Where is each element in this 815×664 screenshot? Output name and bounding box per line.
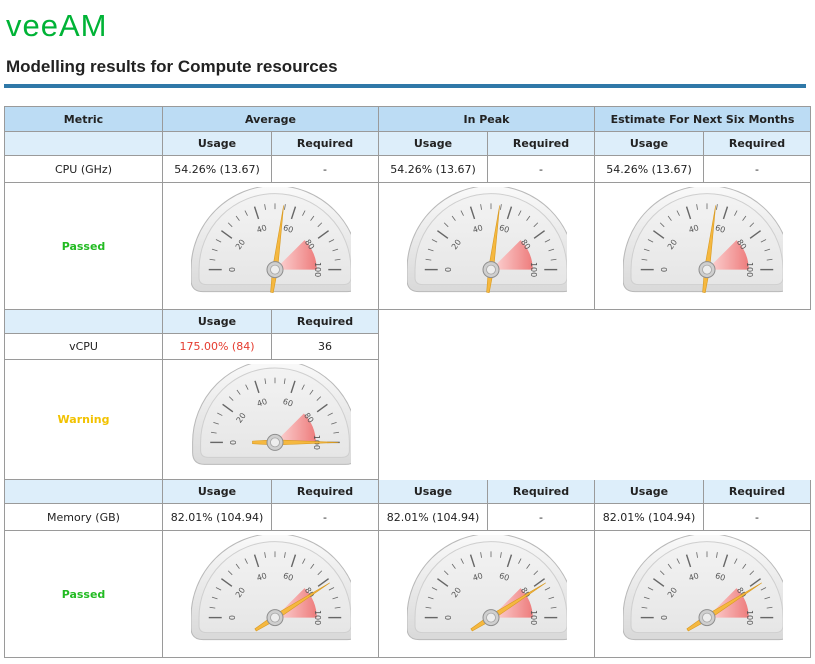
gauge-tick-label: 100 xyxy=(313,610,322,625)
required-header: Required xyxy=(488,480,595,504)
veeam-logo: veeAM xyxy=(6,8,108,43)
header-row: Metric Average In Peak Estimate For Next… xyxy=(5,107,811,132)
vcpu-subheader-row: Usage Required xyxy=(5,310,811,480)
empty-region xyxy=(379,310,811,480)
gauge-tick-label: 100 xyxy=(529,610,538,625)
memory-average-required: - xyxy=(272,504,379,531)
cpu-peak-gauge-cell: 0 20 40 60 80 100 xyxy=(379,183,595,310)
results-table: Metric Average In Peak Estimate For Next… xyxy=(4,106,811,658)
gauge-tick-label: 0 xyxy=(659,267,668,272)
cpu-metric-label: CPU (GHz) xyxy=(5,156,163,183)
memory-average-gauge: 02040 6080100 xyxy=(190,535,351,641)
gauge-hub-center xyxy=(485,264,496,275)
usage-header: Usage xyxy=(163,310,272,334)
vcpu-average-gauge: 020406080100 xyxy=(191,363,351,465)
cpu-estimate-usage: 54.26% (13.67) xyxy=(595,156,704,183)
gauge-tick-label: 100 xyxy=(529,262,538,277)
usage-header: Usage xyxy=(379,132,488,156)
cpu-status-cell: Passed xyxy=(5,183,163,310)
vcpu-average-usage: 175.00% (84) xyxy=(163,334,272,360)
gauge-tick-label: 100 xyxy=(745,262,754,277)
memory-estimate-usage: 82.01% (104.94) xyxy=(595,504,704,531)
average-header: Average xyxy=(163,107,379,132)
gauge-hub-center xyxy=(269,264,280,275)
metric-header: Metric xyxy=(5,107,163,132)
required-header: Required xyxy=(488,132,595,156)
usage-header: Usage xyxy=(595,480,704,504)
cpu-estimate-required: - xyxy=(704,156,811,183)
vcpu-status-warning: Warning xyxy=(57,413,110,426)
gauge-hub-center xyxy=(701,264,712,275)
cpu-average-gauge: 02040 6080100 xyxy=(190,187,351,293)
page-title: Modelling results for Compute resources xyxy=(6,57,338,76)
usage-header: Usage xyxy=(163,480,272,504)
vcpu-average-required: 36 xyxy=(272,334,379,360)
gauge-hub-center xyxy=(269,612,280,623)
gauge-tick-label: 100 xyxy=(745,610,754,625)
gauge-tick-label: 0 xyxy=(659,615,668,620)
memory-average-gauge-cell: 0 20 40 60 80 100 xyxy=(163,531,379,658)
required-header: Required xyxy=(272,480,379,504)
gauge-tick-label: 0 xyxy=(443,267,452,272)
required-header: Required xyxy=(272,310,379,334)
required-header: Required xyxy=(272,132,379,156)
memory-subheader-row: Usage Required Usage Required Usage Requ… xyxy=(5,480,811,504)
gauge-tick-label: 0 xyxy=(443,615,452,620)
memory-estimate-gauge: 02040 6080100 xyxy=(622,535,783,641)
memory-estimate-gauge-cell: 0 20 40 60 80 100 xyxy=(595,531,811,658)
memory-status-passed: Passed xyxy=(61,587,106,601)
cpu-peak-required: - xyxy=(488,156,595,183)
metric-subheader-blank xyxy=(5,310,163,334)
memory-gauge-row: Passed 0 20 40 60 80 100 0 20 40 60 80 100 0 20 40 60… xyxy=(5,531,811,658)
metric-subheader-blank xyxy=(5,132,163,156)
cpu-peak-gauge: 02040 6080100 xyxy=(406,187,567,293)
vcpu-metric-label: vCPU xyxy=(5,334,163,360)
memory-average-usage: 82.01% (104.94) xyxy=(163,504,272,531)
gauge-tick-label: 100 xyxy=(313,262,322,277)
gauge-hub-center xyxy=(269,437,280,447)
cpu-average-required: - xyxy=(272,156,379,183)
memory-values-row: Memory (GB) 82.01% (104.94) - 82.01% (10… xyxy=(5,504,811,531)
gauge-tick-label: 0 xyxy=(227,267,236,272)
vcpu-average-gauge-cell: 020406080100 xyxy=(163,360,379,480)
cpu-average-usage: 54.26% (13.67) xyxy=(163,156,272,183)
usage-header: Usage xyxy=(595,132,704,156)
required-header: Required xyxy=(704,132,811,156)
memory-metric-label: Memory (GB) xyxy=(5,504,163,531)
title-divider xyxy=(4,84,806,88)
memory-peak-usage: 82.01% (104.94) xyxy=(379,504,488,531)
memory-peak-gauge-cell: 0 20 40 60 80 100 xyxy=(379,531,595,658)
memory-estimate-required: - xyxy=(704,504,811,531)
cpu-status-passed: Passed xyxy=(61,239,106,253)
gauge-hub-center xyxy=(485,612,496,623)
required-header: Required xyxy=(704,480,811,504)
usage-header: Usage xyxy=(163,132,272,156)
metric-subheader-blank xyxy=(5,480,163,504)
in-peak-header: In Peak xyxy=(379,107,595,132)
estimate-header: Estimate For Next Six Months xyxy=(595,107,811,132)
cpu-subheader-row: Usage Required Usage Required Usage Requ… xyxy=(5,132,811,156)
memory-peak-gauge: 02040 6080100 xyxy=(406,535,567,641)
usage-header: Usage xyxy=(379,480,488,504)
cpu-average-gauge-cell: 0 20 40 60 80 100 xyxy=(163,183,379,310)
gauge-tick-label: 0 xyxy=(227,615,236,620)
memory-peak-required: - xyxy=(488,504,595,531)
gauge-tick-label: 0 xyxy=(228,439,237,444)
cpu-values-row: CPU (GHz) 54.26% (13.67) - 54.26% (13.67… xyxy=(5,156,811,183)
cpu-peak-usage: 54.26% (13.67) xyxy=(379,156,488,183)
memory-status-cell: Passed xyxy=(5,531,163,658)
cpu-estimate-gauge-cell: 0 20 40 60 80 100 xyxy=(595,183,811,310)
cpu-gauge-row: Passed 0 20 40 60 80 100 0 20 40 60 80 100 0 20 40 60… xyxy=(5,183,811,310)
gauge-hub-center xyxy=(701,612,712,623)
vcpu-status-cell: Warning xyxy=(5,360,163,480)
cpu-estimate-gauge: 02040 6080100 xyxy=(622,187,783,293)
